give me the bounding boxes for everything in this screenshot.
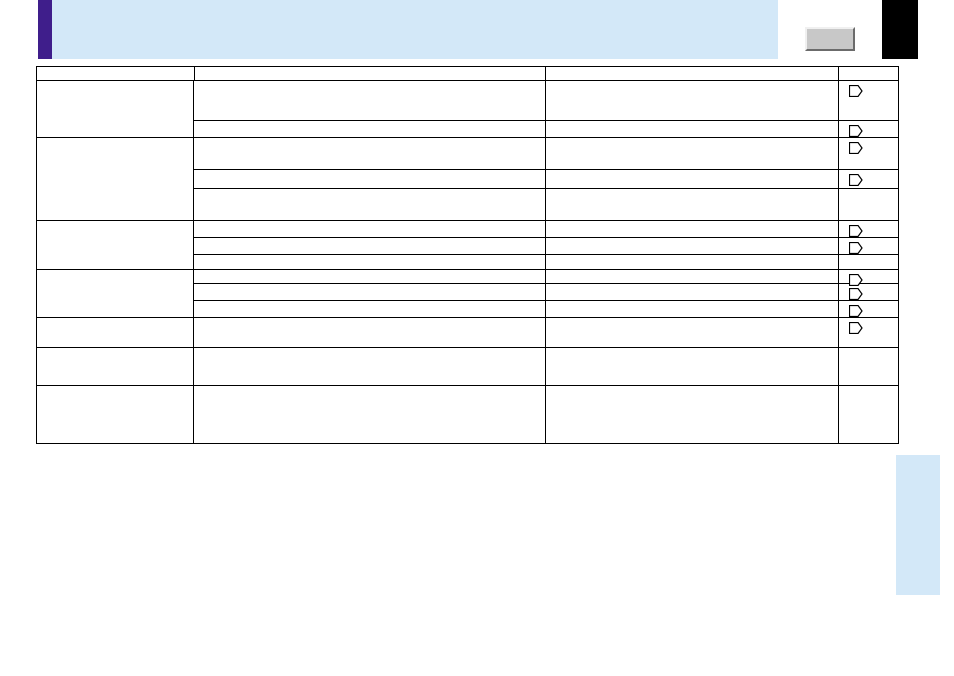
table-header-col3 xyxy=(839,67,899,81)
table-row xyxy=(194,318,899,348)
table-group xyxy=(37,318,899,348)
header-black-block xyxy=(882,0,918,59)
table-row xyxy=(194,170,899,189)
table-cell-setting xyxy=(194,189,546,221)
header-title-band xyxy=(52,0,778,59)
table-cell-value xyxy=(546,270,839,284)
header-button[interactable] xyxy=(805,27,855,51)
side-tab[interactable] xyxy=(896,455,940,595)
tag-icon xyxy=(849,125,863,137)
table-group xyxy=(37,270,899,318)
table-row xyxy=(194,138,899,170)
table-cell-value xyxy=(546,318,839,348)
table-row xyxy=(194,221,899,238)
tag-icon xyxy=(849,142,863,154)
table-cell-ref xyxy=(839,386,899,444)
table-cell-value xyxy=(546,301,839,318)
table-cell-value xyxy=(546,348,839,386)
table-cell-value xyxy=(546,238,839,255)
table-cell-ref xyxy=(839,189,899,221)
tag-icon xyxy=(849,225,863,237)
table-cell-value xyxy=(546,170,839,189)
table-group xyxy=(37,81,899,138)
table-group xyxy=(37,138,899,221)
settings-table xyxy=(36,66,899,444)
table-group-label xyxy=(37,138,194,221)
table-cell-value xyxy=(546,386,839,444)
table-cell-setting xyxy=(194,284,546,301)
tag-icon xyxy=(849,305,863,317)
tag-icon xyxy=(849,288,863,300)
table-group-label xyxy=(37,386,194,444)
table-group-label xyxy=(37,318,194,348)
table-row xyxy=(194,121,899,138)
table-row xyxy=(194,189,899,221)
tag-icon xyxy=(849,322,863,334)
table-group-label xyxy=(37,81,194,138)
table-group xyxy=(37,348,899,386)
header-accent-bar xyxy=(38,0,52,59)
table-cell-ref xyxy=(839,221,899,238)
table-cell-setting xyxy=(194,221,546,238)
table-row xyxy=(194,255,899,270)
table-cell-ref xyxy=(839,255,899,270)
table-cell-ref xyxy=(839,318,899,348)
table-cell-setting xyxy=(194,121,546,138)
table-cell-setting xyxy=(194,348,546,386)
table-cell-ref xyxy=(839,138,899,170)
table-cell-value xyxy=(546,121,839,138)
table-cell-value xyxy=(546,81,839,121)
table-cell-ref xyxy=(839,301,899,318)
table-group xyxy=(37,221,899,270)
table-header-col0 xyxy=(37,67,195,81)
table-cell-setting xyxy=(194,318,546,348)
table-cell-setting xyxy=(194,81,546,121)
table-group-label xyxy=(37,270,194,318)
table-cell-setting xyxy=(194,238,546,255)
table-cell-ref xyxy=(839,270,899,284)
table-row xyxy=(194,238,899,255)
table-cell-value xyxy=(546,138,839,170)
table-header-col1 xyxy=(195,67,547,81)
table-cell-ref xyxy=(839,81,899,121)
table-cell-ref xyxy=(839,170,899,189)
table-cell-setting xyxy=(194,301,546,318)
tag-icon xyxy=(849,242,863,254)
table-row xyxy=(194,386,899,444)
table-cell-value xyxy=(546,255,839,270)
table-cell-setting xyxy=(194,270,546,284)
table-cell-setting xyxy=(194,386,546,444)
table-row xyxy=(194,348,899,386)
table-cell-value xyxy=(546,221,839,238)
table-cell-value xyxy=(546,189,839,221)
tag-icon xyxy=(849,174,863,186)
table-row xyxy=(194,81,899,121)
table-cell-ref xyxy=(839,121,899,138)
table-row xyxy=(194,270,899,284)
table-cell-ref xyxy=(839,284,899,301)
table-group-label xyxy=(37,348,194,386)
table-cell-ref xyxy=(839,348,899,386)
table-cell-setting xyxy=(194,255,546,270)
table-group xyxy=(37,386,899,444)
table-cell-setting xyxy=(194,138,546,170)
table-group-label xyxy=(37,221,194,270)
table-header-col2 xyxy=(546,67,839,81)
table-header-row xyxy=(37,67,899,81)
table-cell-value xyxy=(546,284,839,301)
table-cell-ref xyxy=(839,238,899,255)
table-row xyxy=(194,301,899,318)
table-cell-setting xyxy=(194,170,546,189)
tag-icon xyxy=(849,85,863,97)
table-row xyxy=(194,284,899,301)
